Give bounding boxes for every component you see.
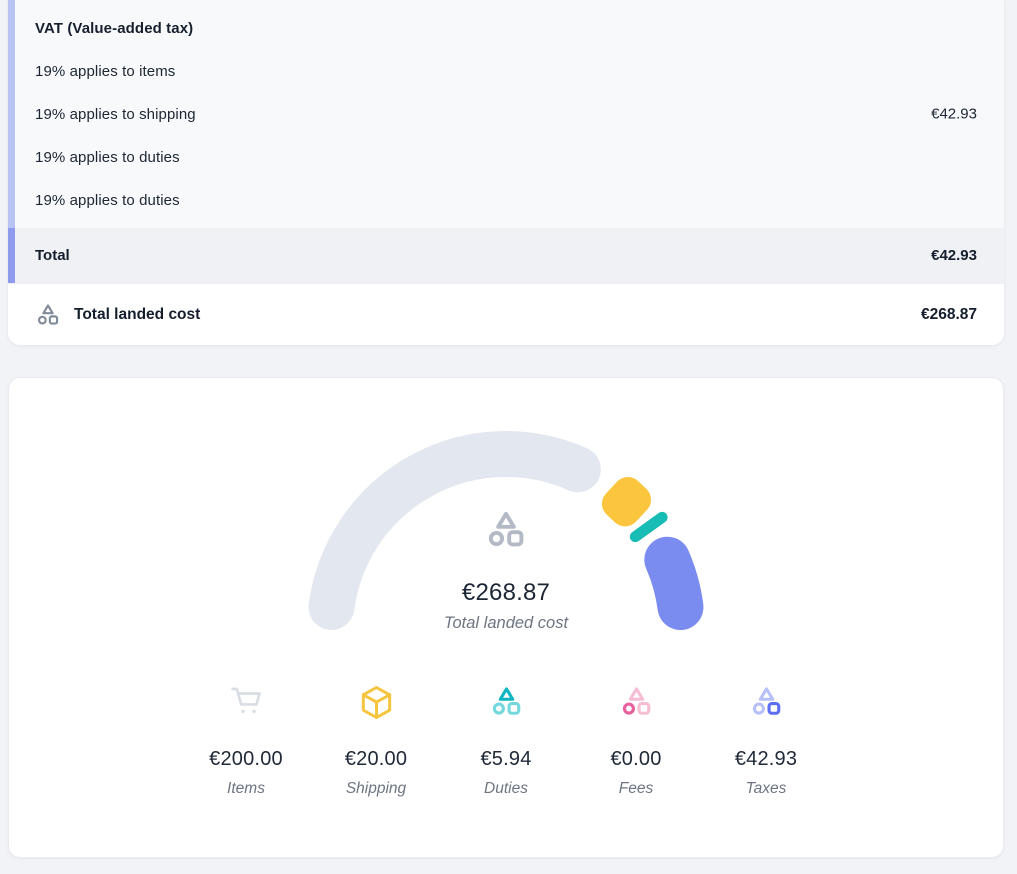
legend-value: €5.94 [441,748,571,771]
legend-item-duties: €5.94 Duties [441,684,571,798]
landed-cost-shapes-icon [35,302,61,327]
legend-value: €200.00 [181,748,311,771]
legend-value: €0.00 [571,748,701,771]
tax-group-amount: €42.93 [931,106,977,123]
legend-value: €20.00 [311,748,441,771]
shopping-cart-icon [228,684,265,717]
legend-value: €42.93 [701,748,831,771]
tax-detail-row: 19% applies to items [8,50,1004,93]
legend-label: Shipping [311,780,441,798]
tax-total-amount: €42.93 [931,247,977,264]
landed-cost-chart-card: €268.87 Total landed cost €200.00 Items [8,377,1004,858]
legend-label: Items [181,780,311,798]
tax-detail-text: 19% applies to duties [35,192,180,209]
tax-detail-text: 19% applies to duties [35,149,180,166]
tax-summary-card: VAT (Value-added tax) 19% applies to ite… [8,0,1004,345]
tax-total-accent-bar [8,228,15,283]
gauge-chart-area: €268.87 Total landed cost [9,418,1003,664]
total-landed-cost-row: Total landed cost €268.87 [8,283,1004,345]
tax-group-accent-bar [8,0,15,228]
total-landed-cost-amount: €268.87 [921,306,977,324]
fees-shapes-icon [619,684,654,718]
tax-type-header: VAT (Value-added tax) [8,7,1004,50]
tax-detail-row: 19% applies to duties [8,179,1004,222]
tax-total-label: Total [35,247,70,264]
tax-detail-text: 19% applies to items [35,63,175,80]
legend-item-taxes: €42.93 Taxes [701,684,831,798]
tax-total-row: Total €42.93 [8,228,1004,283]
tax-detail-row: 19% applies to duties [8,136,1004,179]
taxes-shapes-icon [749,684,784,718]
legend-label: Taxes [701,780,831,798]
legend-item-shipping: €20.00 Shipping [311,684,441,798]
tax-detail-text: 19% applies to shipping [35,106,196,123]
package-box-icon [359,684,394,721]
cost-breakdown-legend: €200.00 Items €20.00 Shipping [9,684,1003,798]
gauge-chart [286,418,726,664]
legend-label: Duties [441,780,571,798]
duties-shapes-icon [489,684,524,718]
total-landed-cost-label: Total landed cost [74,306,200,324]
legend-label: Fees [571,780,701,798]
legend-item-items: €200.00 Items [181,684,311,798]
tax-type-label: VAT (Value-added tax) [35,20,193,37]
tax-detail-row: 19% applies to shipping [8,93,1004,136]
legend-item-fees: €0.00 Fees [571,684,701,798]
tax-detail-section: VAT (Value-added tax) 19% applies to ite… [8,0,1004,228]
